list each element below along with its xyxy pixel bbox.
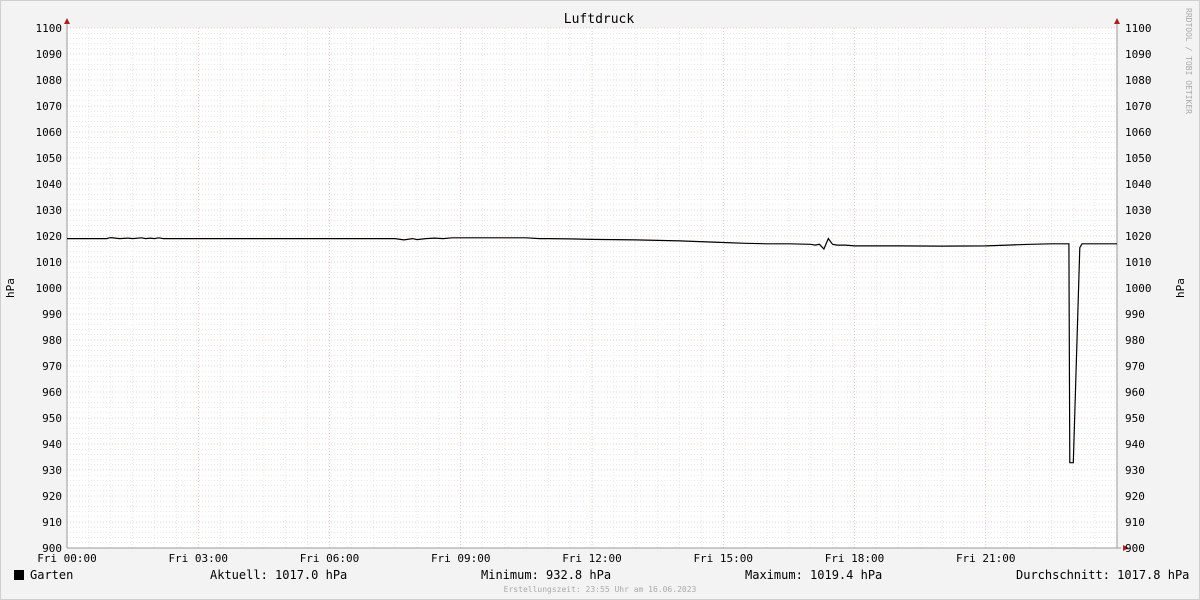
y-tick-label: 930 bbox=[1125, 464, 1145, 477]
y-tick-label: 910 bbox=[1125, 516, 1145, 529]
y-tick-label: 1060 bbox=[1125, 126, 1152, 139]
y-tick-label: 1000 bbox=[36, 282, 63, 295]
stat-maximum: Maximum: 1019.4 hPa bbox=[745, 568, 883, 582]
y-tick-label: 1050 bbox=[1125, 152, 1152, 165]
y-axis-arrow-left bbox=[64, 18, 70, 24]
stat-current: Aktuell: 1017.0 hPa bbox=[210, 568, 348, 582]
stat-minimum: Minimum: 932.8 hPa bbox=[481, 568, 612, 582]
y-tick-label: 950 bbox=[42, 412, 62, 425]
y-tick-label: 1040 bbox=[1125, 178, 1152, 191]
y-tick-label: 1070 bbox=[36, 100, 63, 113]
y-tick-label: 960 bbox=[1125, 386, 1145, 399]
footer-timestamp: Erstellungszeit: 23:55 Uhr am 16.06.2023 bbox=[503, 585, 697, 594]
y-axis-arrow-right bbox=[1114, 18, 1120, 24]
y-tick-label: 1080 bbox=[36, 74, 63, 87]
y-tick-label: 960 bbox=[42, 386, 62, 399]
y-tick-label: 920 bbox=[42, 490, 62, 503]
x-tick-label: Fri 06:00 bbox=[300, 552, 360, 565]
chart-svg: 900 910 920 930 940 950 960 970 980 990 1000 1010 10… bbox=[4, 12, 1187, 565]
y-tick-label: 940 bbox=[42, 438, 62, 451]
legend-label: Garten bbox=[30, 568, 74, 582]
x-tick-label: Fri 00:00 bbox=[37, 552, 97, 565]
y-tick-label: 990 bbox=[1125, 308, 1145, 321]
x-tick-label: Fri 21:00 bbox=[956, 552, 1016, 565]
y-tick-label: 1100 bbox=[36, 22, 63, 35]
y-axis-label-left: hPa bbox=[4, 278, 17, 298]
y-tick-label: 1100 bbox=[1125, 22, 1152, 35]
y-tick-label: 980 bbox=[1125, 334, 1145, 347]
y-tick-label: 1070 bbox=[1125, 100, 1152, 113]
y-tick-label: 980 bbox=[42, 334, 62, 347]
y-tick-label: 1060 bbox=[36, 126, 63, 139]
y-tick-label: 940 bbox=[1125, 438, 1145, 451]
watermark: RRDTOOL / TOBI OETIKER bbox=[1184, 8, 1193, 114]
y-tick-label: 1020 bbox=[1125, 230, 1152, 243]
y-tick-label: 970 bbox=[42, 360, 62, 373]
y-tick-label: 1030 bbox=[36, 204, 63, 217]
y-tick-label: 1030 bbox=[1125, 204, 1152, 217]
y-tick-label: 1090 bbox=[36, 48, 63, 61]
x-tick-label: Fri 03:00 bbox=[168, 552, 228, 565]
y-tick-label: 1010 bbox=[36, 256, 63, 269]
y-tick-label: 970 bbox=[1125, 360, 1145, 373]
x-tick-labels: Fri 00:00 Fri 03:00 Fri 06:00 Fri 09:00 Fri … bbox=[37, 552, 1015, 565]
y-tick-label: 990 bbox=[42, 308, 62, 321]
legend-item-garten: Garten bbox=[14, 568, 73, 584]
stat-average: Durchschnitt: 1017.8 hPa bbox=[1016, 568, 1190, 582]
y-tick-label: 1000 bbox=[1125, 282, 1152, 295]
x-tick-label: Fri 09:00 bbox=[431, 552, 491, 565]
y-tick-label: 950 bbox=[1125, 412, 1145, 425]
y-tick-label: 1020 bbox=[36, 230, 63, 243]
y-tick-label: 920 bbox=[1125, 490, 1145, 503]
legend-swatch bbox=[14, 570, 24, 580]
y-tick-label: 930 bbox=[42, 464, 62, 477]
chart-title: Luftdruck bbox=[564, 12, 635, 27]
y-axis-label-right: hPa bbox=[1174, 278, 1187, 298]
y-tick-labels-right: 900 910 920 930 940 950 960 970 980 990 1000 1010 10… bbox=[1125, 22, 1152, 555]
x-tick-label: Fri 12:00 bbox=[562, 552, 622, 565]
y-tick-label: 910 bbox=[42, 516, 62, 529]
x-tick-label: Fri 15:00 bbox=[693, 552, 753, 565]
y-tick-label: 1090 bbox=[1125, 48, 1152, 61]
y-tick-label: 900 bbox=[1125, 542, 1145, 555]
y-tick-label: 1010 bbox=[1125, 256, 1152, 269]
x-tick-label: Fri 18:00 bbox=[825, 552, 885, 565]
y-tick-label: 1080 bbox=[1125, 74, 1152, 87]
y-tick-label: 1040 bbox=[36, 178, 63, 191]
y-tick-label: 1050 bbox=[36, 152, 63, 165]
y-tick-labels-left: 9009109209309409509609709809901000101010… bbox=[36, 22, 63, 555]
